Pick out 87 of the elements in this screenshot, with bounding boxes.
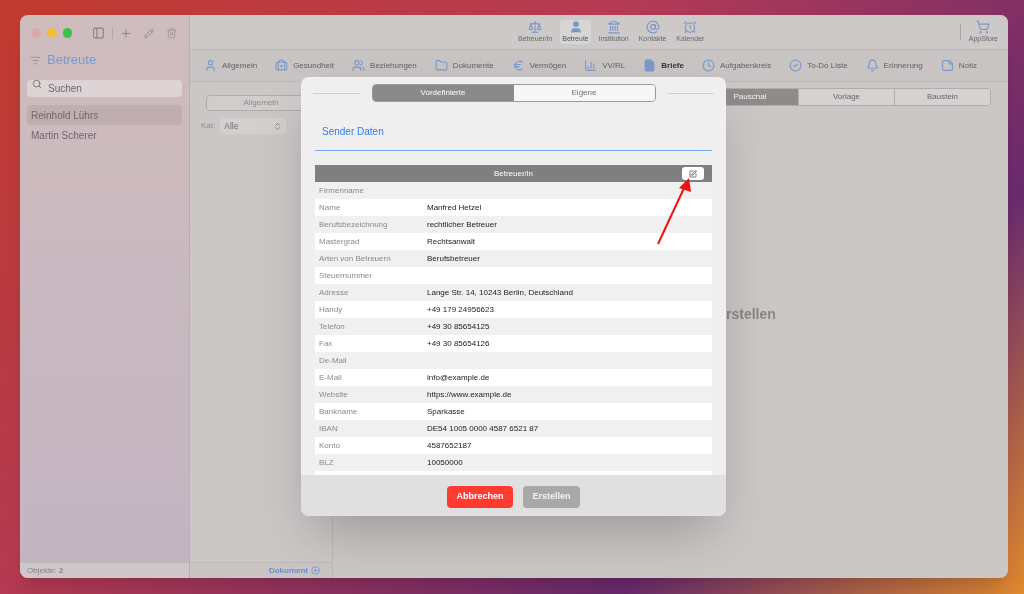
at-sign-icon: [645, 19, 660, 34]
category-tab[interactable]: VV/RL: [584, 59, 626, 72]
segment-tab[interactable]: Vordefinierte: [372, 85, 514, 101]
field-label: De-Mail: [318, 354, 348, 367]
field-value: 10050000: [427, 456, 463, 469]
add-document-button[interactable]: Dokument: [268, 564, 320, 577]
segment-tab[interactable]: Vorlage: [798, 89, 894, 105]
pencil-icon[interactable]: [143, 27, 154, 39]
field-label: Name: [318, 201, 342, 214]
sidebar-toggle-icon[interactable]: [91, 26, 105, 40]
chevrons-icon: [273, 121, 283, 131]
sidebar-item[interactable]: Martin Scherer: [27, 125, 182, 145]
zoom-window-icon[interactable]: [62, 28, 72, 38]
field-label: Website: [318, 388, 349, 401]
field-label: Arten von Betreuern: [318, 252, 392, 265]
field-value: info@example.de: [427, 371, 490, 384]
bell-icon: [865, 59, 879, 72]
field-label: Adresse: [318, 286, 350, 299]
category-tab[interactable]: Allgemein: [204, 59, 258, 72]
field-value: Lange Str. 14, 10243 Berlin, Deutschland: [427, 286, 573, 299]
person-icon: [204, 59, 217, 72]
category-tab[interactable]: Notiz: [940, 59, 977, 72]
document-icon: [643, 59, 657, 72]
cart-icon: [976, 19, 991, 34]
field-value: Rechtsanwalt: [427, 235, 476, 248]
annotation-arrow: [655, 176, 693, 247]
field-label: Handy: [318, 303, 344, 316]
field-value: +49 179 24956623: [427, 303, 494, 316]
search-field[interactable]: Suchen: [27, 80, 182, 97]
create-button: Erstellen: [523, 485, 580, 508]
folder-icon: [434, 59, 448, 72]
field-label: IBAN: [318, 422, 339, 435]
field-label: Firmenname: [318, 184, 365, 197]
field-label: Bankname: [318, 405, 359, 418]
bar-chart-icon: [584, 59, 598, 72]
sidebar-title: Betreute: [47, 51, 97, 70]
scale-icon: [528, 19, 543, 34]
field-label: Steuernummer: [318, 269, 373, 282]
category-tab[interactable]: Vermögen: [511, 59, 567, 72]
plus-circle-icon: [311, 566, 320, 575]
field-label: Konto: [318, 439, 341, 452]
field-value: +49 30 85654126: [427, 337, 490, 350]
minimize-window-icon[interactable]: [47, 28, 57, 38]
person-icon: [568, 19, 583, 34]
medical-case-icon: [275, 59, 289, 72]
field-value: Berufsbetreuer: [427, 252, 480, 265]
field-value: Sparkasse: [427, 405, 465, 418]
field-value: +49 30 85654125: [427, 320, 490, 333]
field-value: Manfred Hetzel: [427, 201, 482, 214]
alarm-clock-icon: [683, 19, 698, 34]
check-circle-icon: [789, 59, 803, 72]
field-value: 4587652187: [427, 439, 472, 452]
search-icon: [32, 79, 42, 89]
sidebar-item[interactable]: Reinhold Lührs: [27, 105, 182, 125]
filter-icon[interactable]: [30, 54, 41, 66]
category-tab[interactable]: Dokumente: [434, 59, 494, 72]
field-label: Berufsbezeichnung: [318, 218, 389, 231]
field-value: DE54 1005 0000 4587 6521 87: [427, 422, 539, 435]
field-label: Telefon: [318, 320, 346, 333]
segment-tab[interactable]: Eigene: [513, 85, 655, 101]
clock-icon: [702, 59, 715, 72]
field-label: Mastergrad: [318, 235, 361, 248]
edit-button[interactable]: [682, 167, 704, 180]
edit-icon: [689, 169, 697, 178]
field-label: Fax: [318, 337, 334, 350]
people-icon: [352, 59, 366, 72]
note-icon: [940, 59, 954, 72]
category-tab[interactable]: Briefe: [643, 59, 684, 72]
sender-data-tab[interactable]: Sender Daten: [322, 124, 384, 139]
object-count: Objekte: 2: [27, 564, 64, 577]
category-tab[interactable]: To-Do Liste: [789, 59, 848, 72]
segment-tab[interactable]: Baustein: [894, 89, 990, 105]
cancel-button[interactable]: Abbrechen: [447, 485, 513, 508]
category-tab[interactable]: Erinnerung: [865, 59, 923, 72]
table-title: Betreuer/in: [493, 167, 534, 180]
trash-icon[interactable]: [165, 27, 177, 39]
category-tab[interactable]: Aufgabenkreis: [702, 59, 772, 72]
category-dropdown[interactable]: Alle: [220, 118, 287, 134]
field-label: E-Mail: [318, 371, 343, 384]
building-icon: [606, 19, 621, 34]
euro-icon: [511, 59, 525, 72]
empty-state-text: rstellen: [726, 305, 776, 324]
category-tab[interactable]: Gesundheit: [275, 59, 335, 72]
field-label: BLZ: [318, 456, 335, 469]
field-value: https://www.example.de: [427, 388, 512, 401]
field-value: rechtlicher Betreuer: [427, 218, 497, 231]
category-tab[interactable]: Beziehungen: [352, 59, 417, 72]
